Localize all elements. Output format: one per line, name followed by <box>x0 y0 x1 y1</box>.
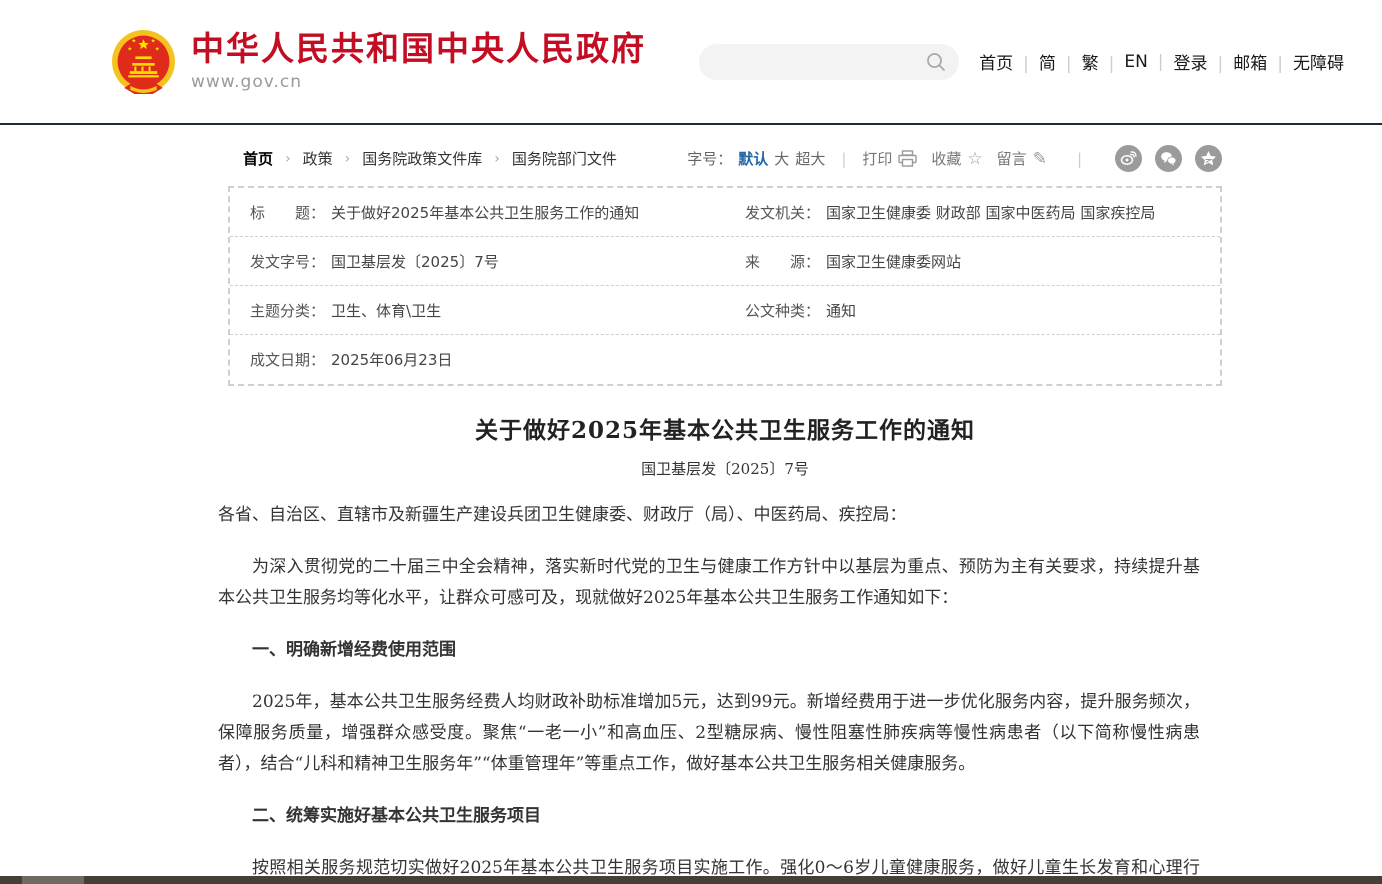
meta-value: 国卫基层发〔2025〕7号 <box>331 251 499 272</box>
site-brand: 中华人民共和国中央人民政府 www.gov.cn <box>191 31 646 91</box>
meta-date-cell: 成文日期： 2025年06月23日 <box>230 336 725 383</box>
page-title: 关于做好2025年基本公共卫生服务工作的通知 <box>228 411 1222 445</box>
meta-label: 成文日期： <box>250 349 325 370</box>
pencil-icon: ✎ <box>1033 149 1047 169</box>
divider: | <box>825 150 862 168</box>
share-group <box>1102 145 1222 172</box>
bottom-bar <box>0 876 1382 884</box>
star-icon: ☆ <box>967 149 982 169</box>
meta-value: 国家卫生健康委网站 <box>826 251 961 272</box>
search-input[interactable] <box>715 47 925 77</box>
meta-label: 发文机关： <box>745 202 820 223</box>
paragraph: 为深入贯彻党的二十届三中全会精神，落实新时代党的卫生与健康工作方针中以基层为重点… <box>218 552 1200 614</box>
fontsize-xlarge-button[interactable]: 超大 <box>795 148 825 169</box>
article: 关于做好2025年基本公共卫生服务工作的通知 国卫基层发〔2025〕7号 各省、… <box>228 411 1222 884</box>
comment-label: 留言 <box>997 148 1027 169</box>
nav-accessibility[interactable]: 无障碍 <box>1293 49 1344 74</box>
document-meta-table: 标 题： 关于做好2025年基本公共卫生服务工作的通知 发文机关： 国家卫生健康… <box>228 186 1222 386</box>
meta-doc-number-cell: 发文字号： 国卫基层发〔2025〕7号 <box>230 238 725 285</box>
nav-mail[interactable]: 邮箱 <box>1233 49 1293 74</box>
meta-label: 来 源： <box>745 251 820 272</box>
bottom-bar-segment <box>22 876 84 884</box>
table-row: 标 题： 关于做好2025年基本公共卫生服务工作的通知 发文机关： 国家卫生健康… <box>230 188 1220 237</box>
site-header: 中华人民共和国中央人民政府 www.gov.cn 首页 简 繁 EN 登录 邮箱… <box>0 0 1382 125</box>
section-heading-1: 一、明确新增经费使用范围 <box>218 635 1200 666</box>
content-wrapper: 首页 › 政策 › 国务院政策文件库 › 国务院部门文件 字号： 默认 大 超大… <box>228 125 1222 884</box>
divider: | <box>1061 150 1098 168</box>
favorite-label: 收藏 <box>931 148 961 169</box>
document-tools: 字号： 默认 大 超大 | 打印 收藏 ☆ <box>687 145 1222 172</box>
gov-cn-page: 中华人民共和国中央人民政府 www.gov.cn 首页 简 繁 EN 登录 邮箱… <box>0 0 1382 884</box>
fontsize-label: 字号： <box>687 148 732 169</box>
meta-issuing-agency-cell: 发文机关： 国家卫生健康委 财政部 国家中医药局 国家疾控局 <box>725 189 1220 236</box>
weibo-icon[interactable] <box>1115 145 1142 172</box>
breadcrumb-policy[interactable]: 政策 <box>303 148 333 169</box>
table-row: 成文日期： 2025年06月23日 <box>230 335 1220 384</box>
nav-traditional[interactable]: 繁 <box>1082 49 1125 74</box>
nav-simplified[interactable]: 简 <box>1039 49 1082 74</box>
meta-label: 主题分类： <box>250 300 325 321</box>
article-body: 各省、自治区、直辖市及新疆生产建设兵团卫生健康委、财政厅（局）、中医药局、疾控局… <box>228 500 1222 884</box>
site-url: www.gov.cn <box>191 72 646 92</box>
meta-source-cell: 来 源： 国家卫生健康委网站 <box>725 238 1220 285</box>
wechat-icon[interactable] <box>1155 145 1182 172</box>
breadcrumb-department-documents: 国务院部门文件 <box>512 148 617 169</box>
meta-value: 2025年06月23日 <box>331 349 452 370</box>
meta-label: 发文字号： <box>250 251 325 272</box>
meta-empty-cell <box>725 347 1220 373</box>
nav-english[interactable]: EN <box>1124 52 1173 72</box>
favorite-button[interactable]: 收藏 ☆ <box>931 148 982 169</box>
table-row: 发文字号： 国卫基层发〔2025〕7号 来 源： 国家卫生健康委网站 <box>230 237 1220 286</box>
qzone-icon[interactable] <box>1195 145 1222 172</box>
meta-value: 关于做好2025年基本公共卫生服务工作的通知 <box>331 202 639 223</box>
breadcrumb: 首页 › 政策 › 国务院政策文件库 › 国务院部门文件 <box>228 148 617 169</box>
search-box[interactable] <box>699 44 959 80</box>
paragraph: 2025年，基本公共卫生服务经费人均财政补助标准增加5元，达到99元。新增经费用… <box>218 687 1200 780</box>
meta-value: 国家卫生健康委 财政部 国家中医药局 国家疾控局 <box>826 202 1155 223</box>
breadcrumb-policy-library[interactable]: 国务院政策文件库 <box>362 148 482 169</box>
top-nav: 首页 简 繁 EN 登录 邮箱 无障碍 <box>979 49 1344 74</box>
fontsize-default-button[interactable]: 默认 <box>738 148 768 169</box>
chevron-right-icon: › <box>273 151 303 167</box>
section-heading-2: 二、统筹实施好基本公共卫生服务项目 <box>218 801 1200 832</box>
comment-button[interactable]: 留言 ✎ <box>997 148 1047 169</box>
meta-label: 公文种类： <box>745 300 820 321</box>
meta-topic-category-cell: 主题分类： 卫生、体育\卫生 <box>230 287 725 334</box>
paragraph-salutation: 各省、自治区、直辖市及新疆生产建设兵团卫生健康委、财政厅（局）、中医药局、疾控局… <box>218 500 1200 531</box>
site-title: 中华人民共和国中央人民政府 <box>191 31 646 67</box>
doc-number: 国卫基层发〔2025〕7号 <box>228 458 1222 479</box>
nav-login[interactable]: 登录 <box>1174 49 1234 74</box>
print-label: 打印 <box>862 148 892 169</box>
table-row: 主题分类： 卫生、体育\卫生 公文种类： 通知 <box>230 286 1220 335</box>
meta-doc-type-cell: 公文种类： 通知 <box>725 287 1220 334</box>
meta-value: 通知 <box>826 300 856 321</box>
meta-value: 卫生、体育\卫生 <box>331 300 441 321</box>
nav-home[interactable]: 首页 <box>979 49 1039 74</box>
meta-title-cell: 标 题： 关于做好2025年基本公共卫生服务工作的通知 <box>230 189 725 236</box>
breadcrumb-home[interactable]: 首页 <box>243 148 273 169</box>
printer-icon <box>898 150 917 167</box>
chevron-right-icon: › <box>482 151 512 167</box>
search-icon[interactable] <box>925 51 947 73</box>
fontsize-large-button[interactable]: 大 <box>774 148 789 169</box>
print-button[interactable]: 打印 <box>862 148 917 169</box>
meta-label: 标 题： <box>250 202 325 223</box>
national-emblem-icon <box>110 29 177 96</box>
chevron-right-icon: › <box>333 151 363 167</box>
toolbar-row: 首页 › 政策 › 国务院政策文件库 › 国务院部门文件 字号： 默认 大 超大… <box>228 125 1222 186</box>
